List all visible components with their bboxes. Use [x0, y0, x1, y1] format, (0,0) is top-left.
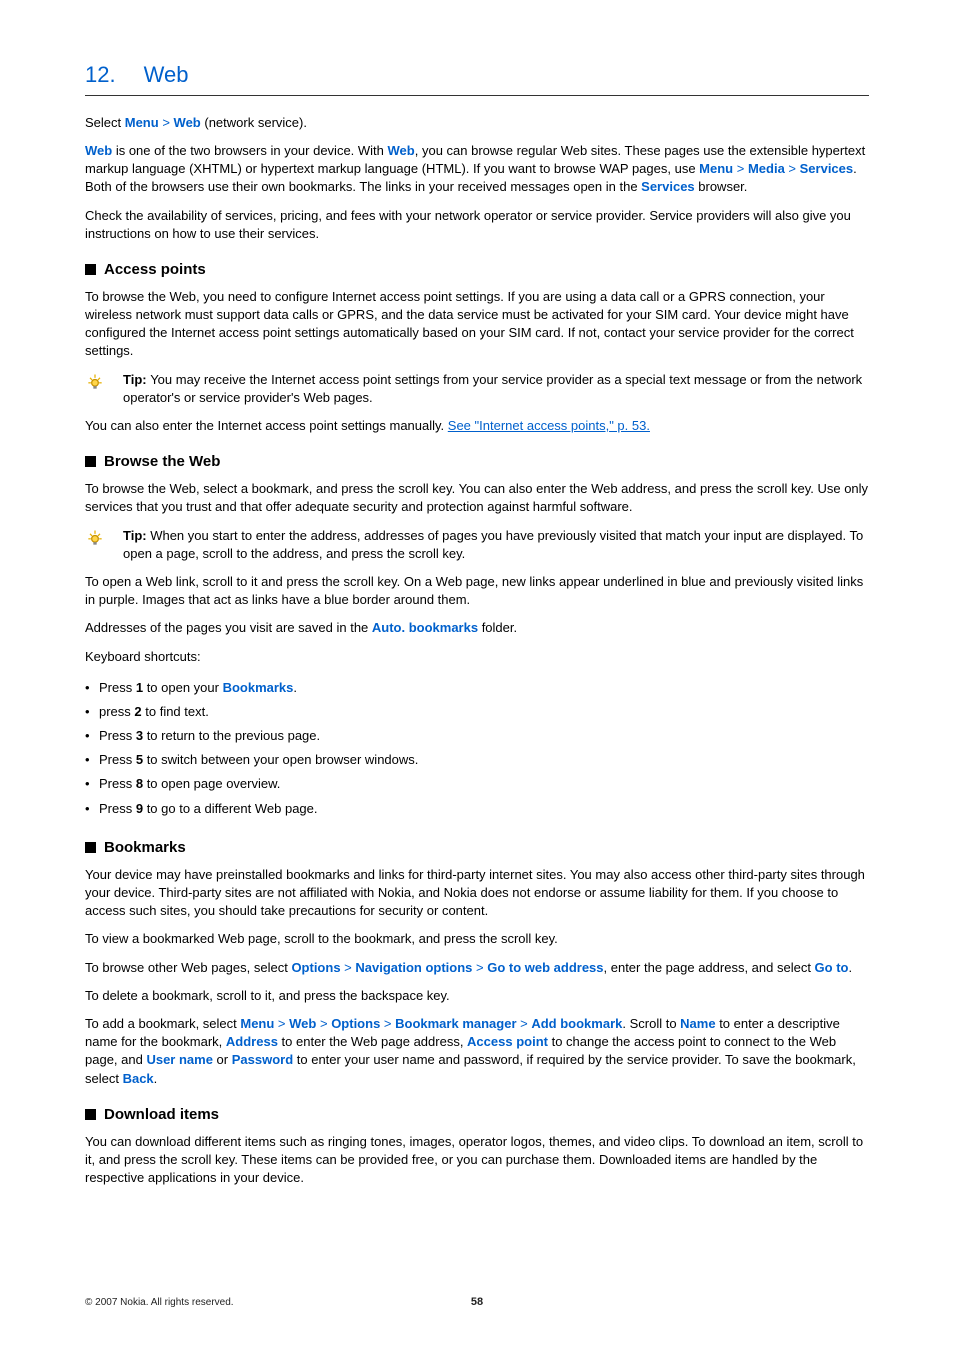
- browse-p2: To open a Web link, scroll to it and pre…: [85, 573, 869, 609]
- list-item: Press 1 to open your Bookmarks.: [85, 676, 869, 700]
- square-bullet-icon: [85, 264, 96, 275]
- tip-text: You may receive the Internet access poin…: [123, 372, 862, 405]
- access-p2: You can also enter the Internet access p…: [85, 417, 869, 435]
- tip-label: Tip:: [123, 528, 150, 543]
- section-bookmarks: Bookmarks: [85, 837, 869, 858]
- title-text: Web: [144, 60, 189, 91]
- list-item: Press 9 to go to a different Web page.: [85, 797, 869, 821]
- bookmarks-p2: To view a bookmarked Web page, scroll to…: [85, 930, 869, 948]
- intro-select: Select Menu > Web (network service).: [85, 114, 869, 132]
- square-bullet-icon: [85, 456, 96, 467]
- page: 12. Web Select Menu > Web (network servi…: [0, 0, 954, 1350]
- intro-p2: Web is one of the two browsers in your d…: [85, 142, 869, 197]
- chevron-icon: >: [733, 161, 748, 176]
- web-term: Web: [174, 115, 201, 130]
- chevron-icon: >: [162, 115, 173, 130]
- browse-p3: Addresses of the pages you visit are sav…: [85, 619, 869, 637]
- list-item: press 2 to find text.: [85, 700, 869, 724]
- copyright: © 2007 Nokia. All rights reserved.: [85, 1296, 234, 1310]
- bookmarks-p5: To add a bookmark, select Menu > Web > O…: [85, 1015, 869, 1088]
- bookmarks-p4: To delete a bookmark, scroll to it, and …: [85, 987, 869, 1005]
- page-footer: © 2007 Nokia. All rights reserved. 58: [85, 1296, 869, 1310]
- section-browse-web: Browse the Web: [85, 451, 869, 472]
- bookmarks-p1: Your device may have preinstalled bookma…: [85, 866, 869, 921]
- chevron-icon: >: [380, 1016, 395, 1031]
- browse-p1: To browse the Web, select a bookmark, an…: [85, 480, 869, 516]
- intro-p3: Check the availability of services, pric…: [85, 207, 869, 243]
- tip-icon: [85, 372, 105, 397]
- tip-access: Tip: You may receive the Internet access…: [85, 371, 869, 407]
- access-p1: To browse the Web, you need to configure…: [85, 288, 869, 361]
- tip-label: Tip:: [123, 372, 150, 387]
- chevron-icon: >: [472, 960, 487, 975]
- title-number: 12.: [85, 60, 116, 91]
- tip-text: When you start to enter the address, add…: [123, 528, 863, 561]
- section-access-points: Access points: [85, 259, 869, 280]
- section-download-items: Download items: [85, 1104, 869, 1125]
- page-title: 12. Web: [85, 60, 869, 91]
- list-item: Press 5 to switch between your open brow…: [85, 748, 869, 772]
- chevron-icon: >: [517, 1016, 532, 1031]
- chevron-icon: >: [785, 161, 800, 176]
- menu-term: Menu: [125, 115, 159, 130]
- list-item: Press 3 to return to the previous page.: [85, 724, 869, 748]
- page-number: 58: [471, 1295, 483, 1310]
- tip-icon: [85, 528, 105, 553]
- keyboard-shortcuts: Press 1 to open your Bookmarks. press 2 …: [85, 676, 869, 821]
- tip-browse: Tip: When you start to enter the address…: [85, 527, 869, 563]
- chevron-icon: >: [316, 1016, 331, 1031]
- chevron-icon: >: [274, 1016, 289, 1031]
- chevron-icon: >: [341, 960, 356, 975]
- bookmarks-p3: To browse other Web pages, select Option…: [85, 959, 869, 977]
- download-p1: You can download different items such as…: [85, 1133, 869, 1188]
- title-rule: [85, 95, 869, 96]
- square-bullet-icon: [85, 1109, 96, 1120]
- list-item: Press 8 to open page overview.: [85, 772, 869, 796]
- square-bullet-icon: [85, 842, 96, 853]
- link-internet-access-points[interactable]: See "Internet access points," p. 53.: [448, 418, 650, 433]
- browse-p4: Keyboard shortcuts:: [85, 648, 869, 666]
